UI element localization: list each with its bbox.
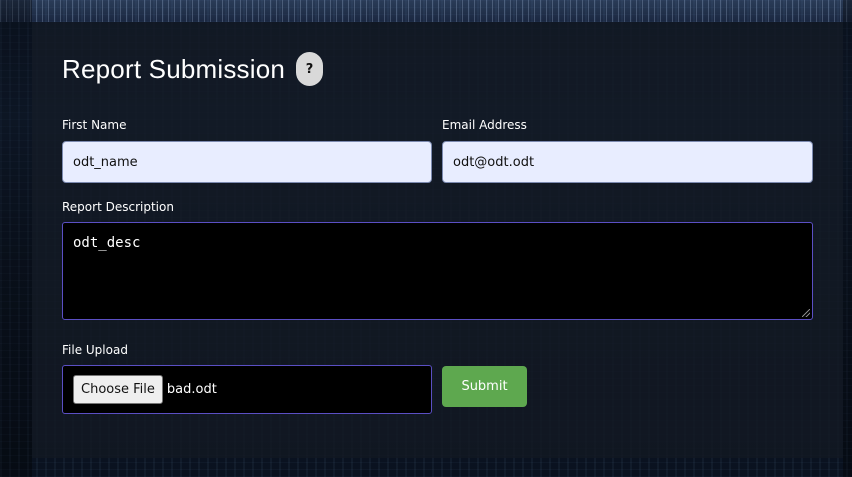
report-description-value: odt_desc [73, 235, 141, 251]
window-pillar-right [843, 0, 852, 477]
help-button[interactable]: ? [296, 52, 324, 86]
submit-button[interactable]: Submit [442, 366, 527, 407]
email-field[interactable]: odt@odt.odt [442, 141, 813, 183]
question-mark-icon: ? [305, 61, 314, 77]
email-label: Email Address [442, 118, 527, 132]
first-name-value: odt_name [73, 154, 138, 170]
first-name-label: First Name [62, 118, 127, 132]
selected-file-name: bad.odt [166, 382, 217, 397]
page-title: Report Submission [62, 53, 286, 84]
resize-grip-icon[interactable] [802, 309, 810, 317]
email-value: odt@odt.odt [453, 154, 535, 170]
report-description-field[interactable]: odt_desc [62, 222, 813, 320]
report-description-label: Report Description [62, 200, 174, 214]
file-upload-field[interactable]: Choose File bad.odt [62, 365, 432, 414]
title-row: Report Submission ? [62, 50, 324, 88]
window-pillar-left [0, 0, 32, 477]
choose-file-button[interactable]: Choose File [73, 375, 163, 404]
first-name-field[interactable]: odt_name [62, 141, 432, 183]
file-upload-label: File Upload [62, 343, 128, 357]
